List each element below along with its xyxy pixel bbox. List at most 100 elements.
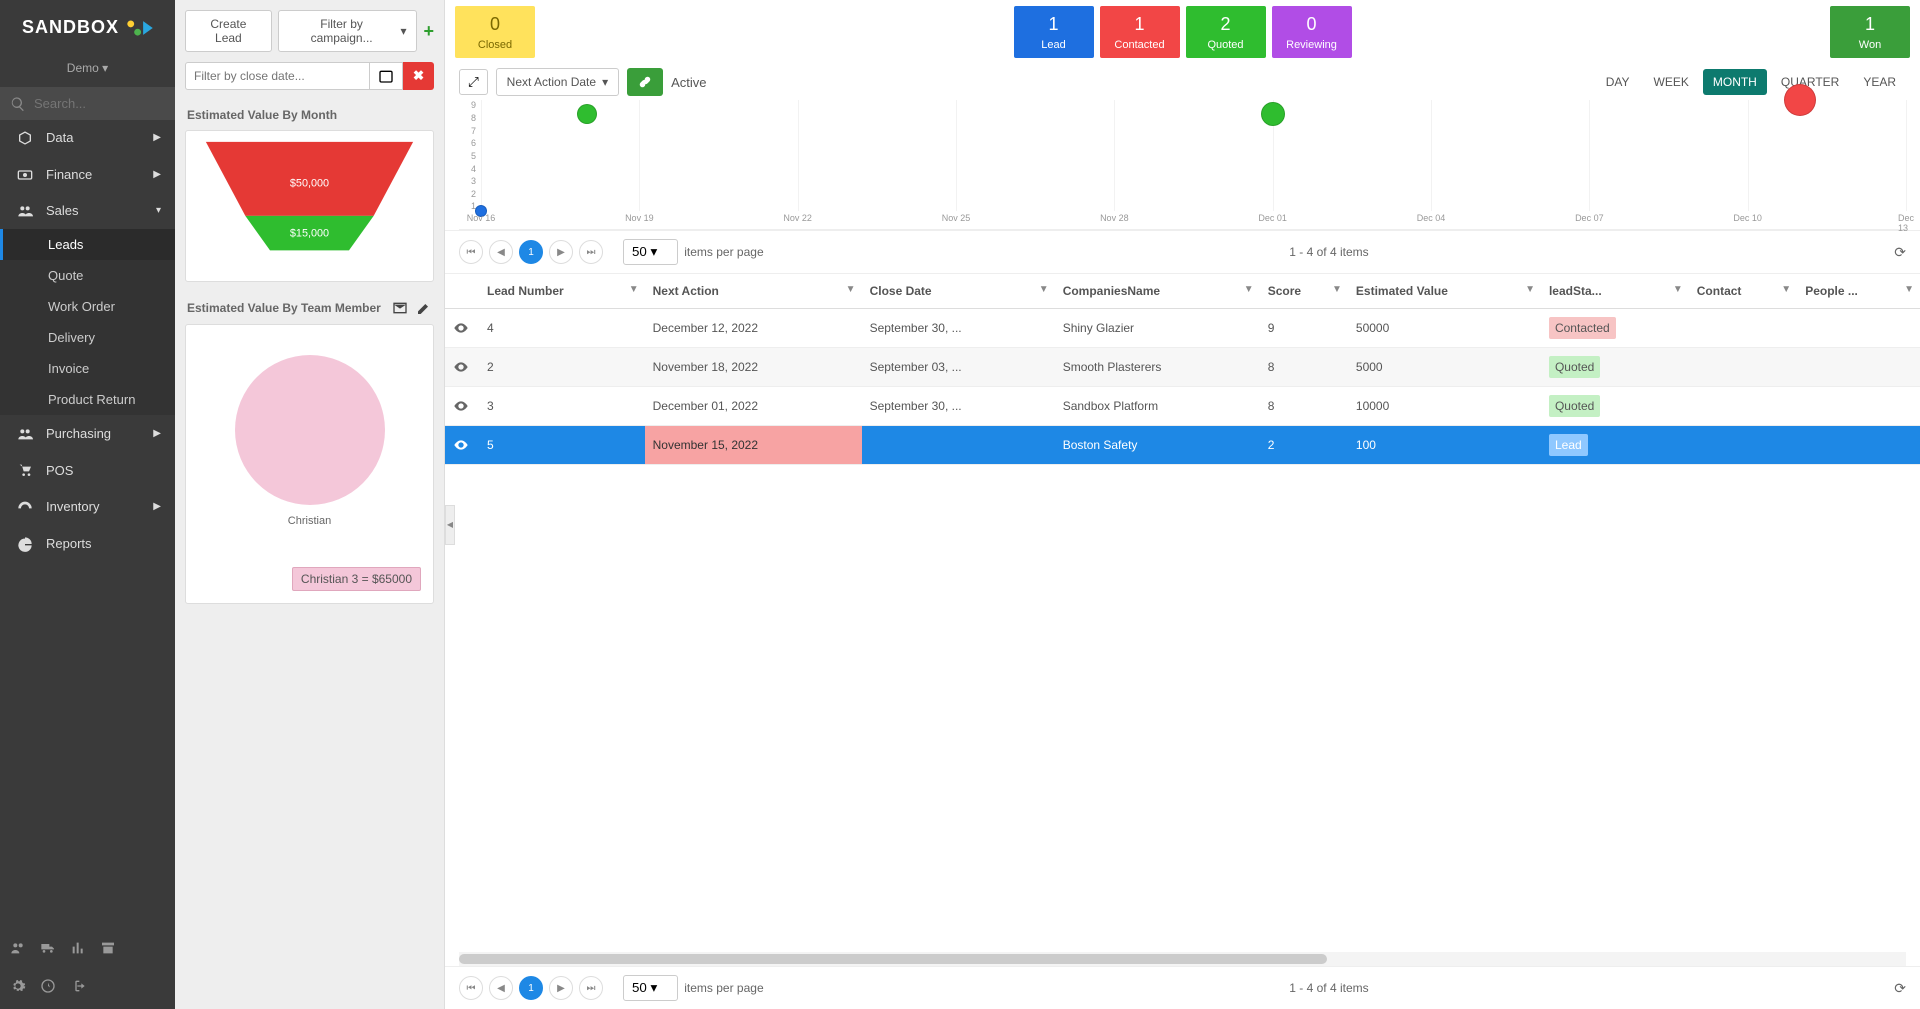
table-row[interactable]: 5November 15, 2022Boston Safety2100Lead: [445, 426, 1920, 465]
create-lead-button[interactable]: Create Lead: [185, 10, 272, 52]
clock-icon[interactable]: [40, 977, 56, 995]
tenant-selector[interactable]: Demo ▾: [0, 55, 175, 87]
tab-week[interactable]: WEEK: [1644, 69, 1699, 95]
tab-year[interactable]: YEAR: [1853, 69, 1906, 95]
sidebar: SANDBOX Demo ▾ Data▶ Finance▶: [0, 0, 175, 1009]
view-icon[interactable]: [453, 360, 469, 374]
scrollbar-thumb[interactable]: [459, 954, 1327, 964]
pager-page[interactable]: 1: [519, 976, 543, 1000]
status-quoted[interactable]: 2Quoted: [1186, 6, 1266, 58]
col-est-value[interactable]: Estimated Value▼: [1348, 274, 1541, 309]
chart-bubble[interactable]: [1261, 102, 1285, 126]
status-won[interactable]: 1Won: [1830, 6, 1910, 58]
col-lead-status[interactable]: leadSta...▼: [1541, 274, 1689, 309]
nav-sales[interactable]: Sales▾: [0, 193, 175, 230]
clear-filter-button[interactable]: ✖: [403, 62, 434, 90]
pager-last[interactable]: ⏭: [579, 240, 603, 264]
refresh-button[interactable]: ⟳: [1894, 980, 1906, 997]
tab-day[interactable]: DAY: [1596, 69, 1640, 95]
filter-icon[interactable]: ▼: [1781, 284, 1791, 295]
chart-bubble[interactable]: [577, 104, 597, 124]
add-button[interactable]: +: [423, 21, 434, 42]
col-close-date[interactable]: Close Date▼: [862, 274, 1055, 309]
col-contact[interactable]: Contact▼: [1689, 274, 1797, 309]
cell-est-value: 50000: [1348, 309, 1541, 348]
sidebar-item-quote[interactable]: Quote: [0, 260, 175, 291]
view-icon[interactable]: [453, 438, 469, 452]
nav-reports[interactable]: Reports: [0, 525, 175, 562]
view-icon[interactable]: [453, 399, 469, 413]
pencil-icon[interactable]: [416, 300, 432, 316]
filter-icon[interactable]: ▼: [1525, 284, 1535, 295]
nav-pos[interactable]: POS: [0, 452, 175, 489]
calendar-button[interactable]: [370, 62, 403, 90]
pager-prev[interactable]: ◀: [489, 240, 513, 264]
chart-y-axis: 987654321: [459, 100, 479, 211]
chart-field-dropdown[interactable]: Next Action Date ▾: [496, 68, 619, 96]
filter-icon[interactable]: ▼: [1039, 284, 1049, 295]
pager-next[interactable]: ▶: [549, 976, 573, 1000]
panel-filter-row: ✖: [175, 62, 444, 100]
col-companies[interactable]: CompaniesName▼: [1055, 274, 1260, 309]
col-lead-number[interactable]: Lead Number▼: [479, 274, 645, 309]
table-row[interactable]: 4December 12, 2022September 30, ...Shiny…: [445, 309, 1920, 348]
filter-icon[interactable]: ▼: [1332, 284, 1342, 295]
chart-bubble[interactable]: [1784, 84, 1816, 116]
sidebar-item-product-return[interactable]: Product Return: [0, 384, 175, 415]
nav-finance[interactable]: Finance▶: [0, 156, 175, 193]
pager-last[interactable]: ⏭: [579, 976, 603, 1000]
footer-icons-1: [0, 927, 175, 969]
pager-first[interactable]: ⏮: [459, 240, 483, 264]
collapse-panel-handle[interactable]: ◀: [445, 505, 455, 545]
cell-score: 8: [1260, 348, 1348, 387]
table-row[interactable]: 2November 18, 2022September 03, ...Smoot…: [445, 348, 1920, 387]
pager-page[interactable]: 1: [519, 240, 543, 264]
sidebar-item-leads[interactable]: Leads: [0, 229, 175, 260]
status-contacted[interactable]: 1Contacted: [1100, 6, 1180, 58]
global-search[interactable]: [0, 87, 175, 120]
filter-icon[interactable]: ▼: [629, 284, 639, 295]
col-score[interactable]: Score▼: [1260, 274, 1348, 309]
filter-icon[interactable]: ▼: [846, 284, 856, 295]
nav-inventory[interactable]: Inventory▶: [0, 488, 175, 525]
cube-icon: [14, 130, 36, 147]
status-lead[interactable]: 1Lead: [1014, 6, 1094, 58]
sidebar-item-invoice[interactable]: Invoice: [0, 353, 175, 384]
horizontal-scrollbar[interactable]: [459, 952, 1906, 966]
status-closed[interactable]: 0Closed: [455, 6, 535, 58]
pager-next[interactable]: ▶: [549, 240, 573, 264]
truck-icon[interactable]: [40, 939, 56, 957]
nav-data[interactable]: Data▶: [0, 120, 175, 157]
users-icon[interactable]: [10, 939, 26, 957]
status-reviewing[interactable]: 0Reviewing: [1272, 6, 1352, 58]
chart-x-axis: Nov 16Nov 19Nov 22Nov 25Nov 28Dec 01Dec …: [481, 213, 1906, 229]
filter-close-date-input[interactable]: [185, 62, 370, 90]
logout-icon[interactable]: [70, 977, 86, 995]
filter-icon[interactable]: ▼: [1673, 284, 1683, 295]
pager-prev[interactable]: ◀: [489, 976, 513, 1000]
chart-icon[interactable]: [70, 939, 86, 957]
filter-campaign-dropdown[interactable]: Filter by campaign... ▾: [278, 10, 418, 52]
refresh-button[interactable]: ⟳: [1894, 244, 1906, 261]
link-toggle-button[interactable]: [627, 68, 663, 96]
gear-icon[interactable]: [10, 977, 26, 995]
tab-month[interactable]: MONTH: [1703, 69, 1767, 95]
cell-company: Smooth Plasterers: [1055, 348, 1260, 387]
page-size-select[interactable]: 50 ▾: [623, 239, 678, 265]
chevron-down-icon: ▾: [156, 205, 161, 216]
mail-icon[interactable]: [392, 300, 408, 316]
filter-icon[interactable]: ▼: [1244, 284, 1254, 295]
archive-icon[interactable]: [100, 939, 116, 957]
pager-first[interactable]: ⏮: [459, 976, 483, 1000]
col-next-action[interactable]: Next Action▼: [645, 274, 862, 309]
table-row[interactable]: 3December 01, 2022September 30, ...Sandb…: [445, 387, 1920, 426]
nav-purchasing[interactable]: Purchasing▶: [0, 415, 175, 452]
expand-chart-button[interactable]: ⤢: [459, 69, 488, 95]
sidebar-item-work-order[interactable]: Work Order: [0, 291, 175, 322]
filter-icon[interactable]: ▼: [1904, 284, 1914, 295]
nav-label: POS: [46, 463, 73, 478]
view-icon[interactable]: [453, 321, 469, 335]
col-people[interactable]: People ...▼: [1797, 274, 1920, 309]
sidebar-item-delivery[interactable]: Delivery: [0, 322, 175, 353]
page-size-select[interactable]: 50 ▾: [623, 975, 678, 1001]
